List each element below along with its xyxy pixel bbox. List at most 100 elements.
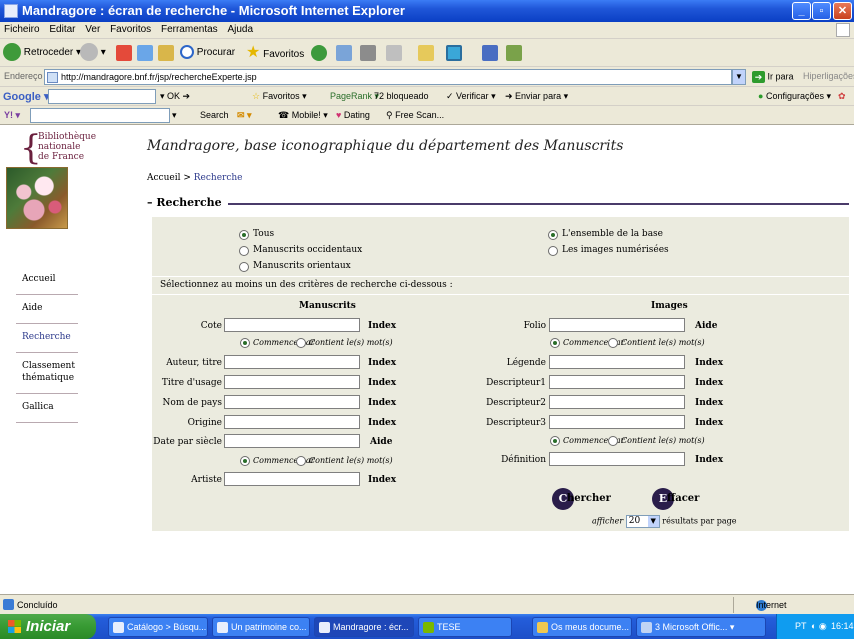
messenger-icon[interactable] bbox=[446, 45, 462, 61]
language-indicator[interactable]: PT bbox=[795, 614, 807, 639]
nav-classement-thematique[interactable]: Classement thématique bbox=[16, 353, 78, 394]
start-button[interactable]: Iniciar bbox=[0, 614, 96, 639]
descripteur1-index-link[interactable]: Index bbox=[695, 378, 723, 388]
origine-input[interactable] bbox=[224, 415, 360, 429]
results-per-page-select[interactable]: 20 ▼ bbox=[625, 515, 660, 528]
menu-editar[interactable]: Editar bbox=[45, 22, 78, 35]
menu-ferramentas[interactable]: Ferramentas bbox=[157, 22, 221, 35]
nav-accueil[interactable]: Accueil bbox=[16, 266, 78, 295]
google-favoritos[interactable]: ☆ Favoritos ▾ bbox=[252, 91, 307, 102]
nom-pays-index-link[interactable]: Index bbox=[368, 398, 396, 408]
google-search-input[interactable] bbox=[48, 89, 156, 104]
folder-icon[interactable] bbox=[418, 45, 434, 61]
folio-aide-link[interactable]: Aide bbox=[695, 321, 717, 331]
artiste-input[interactable] bbox=[224, 472, 360, 486]
edit-icon[interactable] bbox=[386, 45, 402, 61]
toolbar-search-button[interactable]: Search bbox=[200, 110, 229, 120]
folio-commence-radio[interactable] bbox=[550, 338, 560, 348]
desc-contient-radio[interactable] bbox=[608, 436, 618, 446]
radio-orientaux[interactable] bbox=[239, 262, 249, 272]
config-button[interactable]: ● Configurações ▾ bbox=[758, 91, 831, 102]
radio-numerisees[interactable] bbox=[548, 246, 558, 256]
date-commence-radio[interactable] bbox=[240, 456, 250, 466]
radio-ensemble[interactable] bbox=[548, 230, 558, 240]
research-icon[interactable] bbox=[482, 45, 498, 61]
legende-index-link[interactable]: Index bbox=[695, 358, 723, 368]
links-button[interactable]: Hiperligações bbox=[803, 71, 854, 81]
back-button[interactable]: Retroceder ▾ bbox=[3, 43, 81, 63]
descripteur1-input[interactable] bbox=[549, 375, 685, 389]
search-dropdown[interactable]: ▾ bbox=[172, 110, 177, 121]
mobile-button[interactable]: ☎ Mobile! ▾ bbox=[278, 110, 328, 121]
mail-badge-icon[interactable]: ✉ ▾ bbox=[237, 110, 252, 121]
titre-usage-index-link[interactable]: Index bbox=[368, 378, 396, 388]
forward-button[interactable]: ▾ bbox=[80, 43, 106, 63]
google-logo[interactable]: Google ▾ bbox=[3, 90, 49, 103]
maximize-button[interactable]: ▫ bbox=[812, 2, 831, 20]
folio-contient-radio[interactable] bbox=[608, 338, 618, 348]
menu-favoritos[interactable]: Favoritos bbox=[106, 22, 154, 35]
menu-ver[interactable]: Ver bbox=[81, 22, 103, 35]
toolbar-extra-icon[interactable]: ✿ bbox=[838, 91, 846, 102]
nav-aide[interactable]: Aide bbox=[16, 295, 78, 324]
address-dropdown[interactable]: ▼ bbox=[732, 69, 746, 85]
effacer-button[interactable]: Effacer bbox=[652, 487, 699, 511]
tray-icon[interactable]: ◐ ◉ bbox=[811, 614, 827, 639]
cote-commence-radio[interactable] bbox=[240, 338, 250, 348]
task-catalogo[interactable]: Catálogo > Búsqu... bbox=[108, 617, 208, 637]
crumb-home[interactable]: Accueil bbox=[147, 173, 180, 183]
radio-tous[interactable] bbox=[239, 230, 249, 240]
descripteur2-index-link[interactable]: Index bbox=[695, 398, 723, 408]
popup-blocked[interactable]: 72 bloqueado bbox=[374, 91, 429, 101]
free-scan-button[interactable]: ⚲ Free Scan... bbox=[386, 110, 444, 121]
auteur-input[interactable] bbox=[224, 355, 360, 369]
favorites-button[interactable]: ★ Favoritos bbox=[246, 43, 304, 63]
titre-usage-input[interactable] bbox=[224, 375, 360, 389]
auteur-index-link[interactable]: Index bbox=[368, 358, 396, 368]
go-button[interactable]: ➔ Ir para bbox=[752, 71, 794, 83]
dating-button[interactable]: ♥ Dating bbox=[336, 110, 370, 120]
descripteur3-index-link[interactable]: Index bbox=[695, 418, 723, 428]
menu-ficheiro[interactable]: Ficheiro bbox=[0, 22, 43, 35]
descripteur2-input[interactable] bbox=[549, 395, 685, 409]
task-patrimoine[interactable]: Un patrimoine co... bbox=[212, 617, 310, 637]
date-siecle-input[interactable] bbox=[224, 434, 360, 448]
stop-icon[interactable] bbox=[116, 45, 132, 61]
task-mandragore[interactable]: Mandragore : écr... bbox=[314, 617, 414, 637]
task-documentos[interactable]: Os meus docume... bbox=[532, 617, 632, 637]
definition-input[interactable] bbox=[549, 452, 685, 466]
toolbar-search-input[interactable] bbox=[30, 108, 170, 123]
task-tese[interactable]: TESE bbox=[418, 617, 512, 637]
mail-icon[interactable] bbox=[336, 45, 352, 61]
refresh-icon[interactable] bbox=[137, 45, 153, 61]
nav-recherche[interactable]: Recherche bbox=[16, 324, 78, 353]
print-icon[interactable] bbox=[360, 45, 376, 61]
verificar-button[interactable]: ✓ Verificar ▾ bbox=[446, 91, 496, 102]
tools-icon[interactable] bbox=[506, 45, 522, 61]
cote-contient-radio[interactable] bbox=[296, 338, 306, 348]
folio-input[interactable] bbox=[549, 318, 685, 332]
chercher-button[interactable]: Chercher bbox=[552, 487, 611, 511]
date-contient-radio[interactable] bbox=[296, 456, 306, 466]
search-button[interactable]: Procurar bbox=[180, 43, 235, 63]
menu-ajuda[interactable]: Ajuda bbox=[223, 22, 256, 35]
nom-pays-input[interactable] bbox=[224, 395, 360, 409]
close-button[interactable]: ✕ bbox=[833, 2, 852, 20]
desc-commence-radio[interactable] bbox=[550, 436, 560, 446]
nav-gallica[interactable]: Gallica bbox=[16, 394, 78, 423]
cote-index-link[interactable]: Index bbox=[368, 321, 396, 331]
history-icon[interactable] bbox=[311, 45, 327, 61]
crumb-current[interactable]: Recherche bbox=[194, 173, 243, 183]
origine-index-link[interactable]: Index bbox=[368, 418, 396, 428]
descripteur3-input[interactable] bbox=[549, 415, 685, 429]
cote-input[interactable] bbox=[224, 318, 360, 332]
definition-index-link[interactable]: Index bbox=[695, 455, 723, 465]
minimize-button[interactable]: _ bbox=[792, 2, 811, 20]
enviar-button[interactable]: ➜ Enviar para ▾ bbox=[505, 91, 568, 102]
google-ok-button[interactable]: ▾ OK ➔ bbox=[160, 91, 190, 102]
bnf-logo[interactable]: Bibliothèque nationale de France bbox=[38, 132, 96, 162]
yahoo-logo[interactable]: Y! ▾ bbox=[4, 110, 20, 121]
home-icon[interactable] bbox=[158, 45, 174, 61]
pagerank-button[interactable]: PageRank ▾ bbox=[330, 91, 379, 102]
address-input[interactable]: http://mandragore.bnf.fr/jsp/rechercheEx… bbox=[44, 69, 732, 85]
